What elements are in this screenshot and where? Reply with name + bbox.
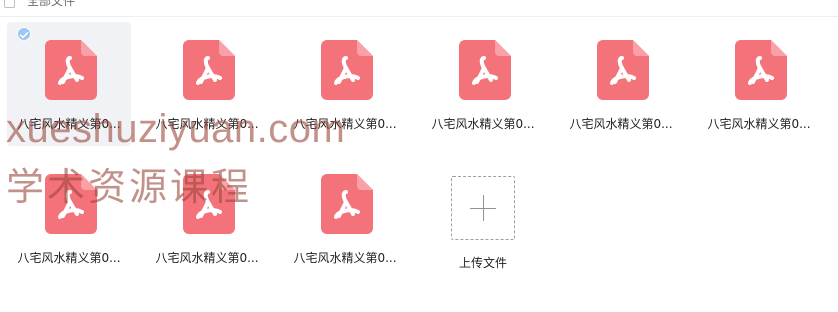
pdf-file-icon: [321, 174, 373, 234]
file-name[interactable]: 八宅风水精义第0...: [697, 116, 821, 132]
pdf-file-icon: [321, 40, 373, 100]
file-tile[interactable]: 八宅风水精义第0...: [7, 22, 131, 146]
file-tile[interactable]: 八宅风水精义第0...: [145, 22, 269, 146]
file-tile[interactable]: 八宅风水精义第0...: [145, 156, 269, 280]
pdf-file-icon: [183, 40, 235, 100]
pdf-file-icon: [597, 40, 649, 100]
pdf-file-icon: [183, 174, 235, 234]
file-name[interactable]: 八宅风水精义第0...: [283, 116, 407, 132]
upload-file-button[interactable]: [451, 176, 515, 240]
file-name[interactable]: 八宅风水精义第0...: [7, 116, 131, 132]
pdf-file-icon: [45, 40, 97, 100]
file-name[interactable]: 八宅风水精义第0...: [7, 250, 131, 266]
pdf-file-icon: [735, 40, 787, 100]
file-tile[interactable]: 八宅风水精义第0...: [7, 156, 131, 280]
select-all-label: 全部文件: [27, 0, 76, 8]
select-all-checkbox[interactable]: [4, 0, 15, 8]
file-list-header: 全部文件: [0, 0, 838, 17]
file-name[interactable]: 八宅风水精义第0...: [283, 250, 407, 266]
selected-check-icon[interactable]: [17, 27, 31, 41]
file-tile[interactable]: 八宅风水精义第0...: [283, 22, 407, 146]
plus-icon-bar: [470, 208, 496, 209]
file-tile[interactable]: 八宅风水精义第0...: [421, 22, 545, 146]
file-name[interactable]: 八宅风水精义第0...: [145, 116, 269, 132]
file-tile[interactable]: 八宅风水精义第0...: [283, 156, 407, 280]
file-name[interactable]: 八宅风水精义第0...: [421, 116, 545, 132]
upload-file-label[interactable]: 上传文件: [418, 254, 548, 271]
file-name[interactable]: 八宅风水精义第0...: [559, 116, 683, 132]
file-name[interactable]: 八宅风水精义第0...: [145, 250, 269, 266]
file-tile[interactable]: 八宅风水精义第0...: [559, 22, 683, 146]
pdf-file-icon: [459, 40, 511, 100]
pdf-file-icon: [45, 174, 97, 234]
file-tile[interactable]: 八宅风水精义第0...: [697, 22, 821, 146]
